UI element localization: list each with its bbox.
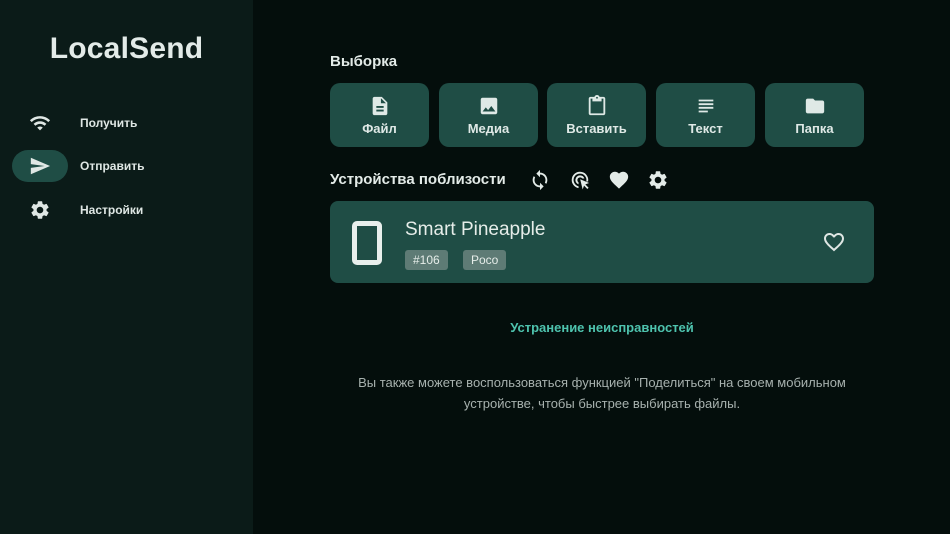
sync-icon	[532, 169, 548, 191]
device-card[interactable]: Smart Pineapple #106 Poco	[330, 201, 874, 283]
nav-icon-wrap	[12, 107, 68, 139]
media-button[interactable]: Медиа	[439, 83, 538, 147]
device-tag-model: Poco	[463, 250, 507, 270]
file-icon	[372, 96, 387, 115]
sidebar: LocalSend Получить Отправить Настройки	[0, 0, 253, 534]
file-button-label: Файл	[362, 120, 397, 136]
send-settings-button[interactable]	[646, 168, 670, 192]
folder-icon	[805, 98, 824, 113]
nav-label-receive: Получить	[80, 116, 138, 130]
smartphone-icon	[352, 221, 382, 265]
paste-button[interactable]: Вставить	[547, 83, 646, 147]
nearby-title: Устройства поблизости	[330, 171, 506, 188]
refresh-button[interactable]	[528, 168, 552, 192]
gear-icon	[649, 171, 667, 189]
wifi-icon	[29, 116, 51, 131]
text-button-label: Текст	[688, 120, 723, 136]
share-hint-text: Вы также можете воспользоваться функцией…	[358, 375, 846, 411]
nav-icon-wrap-active	[12, 150, 68, 182]
folder-button-label: Папка	[795, 120, 834, 136]
paste-button-label: Вставить	[566, 120, 627, 136]
device-name: Smart Pineapple	[405, 219, 546, 240]
text-lines-icon	[698, 99, 713, 112]
gear-icon	[31, 201, 49, 219]
app-title: LocalSend	[49, 32, 204, 65]
file-button[interactable]: Файл	[330, 83, 429, 147]
nav-label-send: Отправить	[80, 159, 145, 173]
clipboard-icon	[588, 94, 605, 115]
device-icon-wrap	[352, 221, 382, 265]
text-button[interactable]: Текст	[656, 83, 755, 147]
send-icon	[30, 157, 51, 175]
troubleshoot-link[interactable]: Устранение неисправностей	[330, 320, 874, 335]
nav-item-receive[interactable]: Получить	[12, 107, 202, 139]
device-favorite-button[interactable]	[822, 230, 848, 256]
heart-outline-icon	[824, 233, 844, 252]
favorites-button[interactable]	[607, 168, 631, 192]
scan-target-button[interactable]	[568, 168, 592, 192]
nav-icon-wrap	[12, 194, 68, 226]
folder-button[interactable]: Папка	[765, 83, 864, 147]
heart-icon	[609, 171, 629, 189]
nav-label-settings: Настройки	[80, 203, 144, 217]
selection-title: Выборка	[330, 53, 398, 70]
nav-item-send[interactable]: Отправить	[12, 150, 202, 182]
image-icon	[480, 97, 497, 114]
media-button-label: Медиа	[467, 120, 510, 136]
nav-item-settings[interactable]: Настройки	[12, 194, 202, 226]
cursor-target-icon	[571, 171, 590, 190]
device-tag-id: #106	[405, 250, 448, 270]
